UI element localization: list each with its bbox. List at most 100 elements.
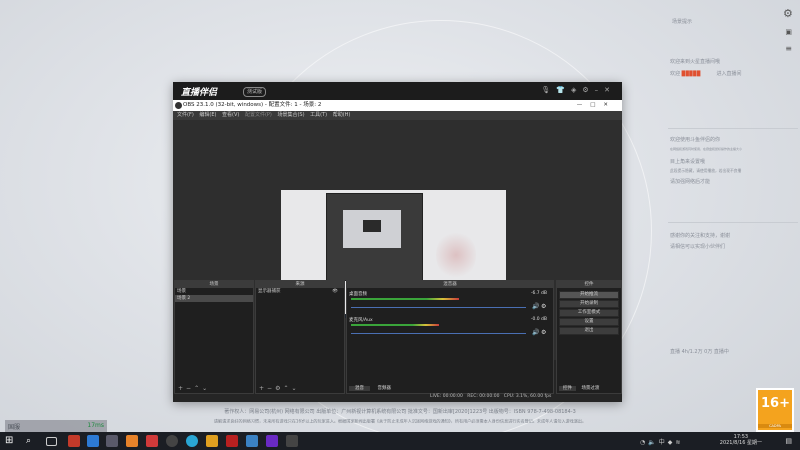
down-icon[interactable]: ⌄ <box>291 385 299 392</box>
header-icons: 🎙👕◈⚙–✕ <box>541 86 616 94</box>
wifi-icon[interactable]: ≋ <box>675 439 683 446</box>
scene-item[interactable]: 场景 2 <box>175 295 253 302</box>
menu-view[interactable]: 查看(V) <box>222 112 239 118</box>
panel-line: 欢迎使用斗鱼伴侣的你 <box>670 137 721 143</box>
gift-icon[interactable]: ◈ <box>571 86 582 94</box>
tab-transitions[interactable]: 场景过渡 <box>577 386 603 391</box>
input-method-icon[interactable]: 中 <box>659 439 668 446</box>
scene-dock-toolbar: +−⌃⌄ <box>178 385 210 392</box>
start-recording-button[interactable]: 开始录制 <box>559 300 619 308</box>
clock[interactable]: 17:53 2021/8/16 星期一 <box>720 434 762 446</box>
panel-line: 请加强网络后才能 <box>670 179 711 185</box>
search-icon[interactable]: ⌕ <box>26 435 38 447</box>
menu-icon[interactable]: ≡ <box>785 44 792 53</box>
app-icon[interactable] <box>186 435 198 447</box>
network-icon[interactable]: ◔ <box>640 439 648 446</box>
tab-audio[interactable]: 音频器 <box>371 386 397 391</box>
panel-line: 在网络和游戏同时使用，在键盘和鼠标操作的主播大小 <box>670 147 743 152</box>
menu-scene-collection[interactable]: 场景集合(S) <box>277 112 304 118</box>
start-icon[interactable]: ⊞ <box>5 435 17 447</box>
visibility-icon[interactable]: 👁 <box>332 288 338 295</box>
app-icon[interactable] <box>68 435 80 447</box>
panel-line: 感谢你的关注和支持，谢谢 <box>670 233 731 239</box>
speaker-icon[interactable]: 🔊 <box>532 303 539 310</box>
speaker-icon[interactable]: 🔈 <box>648 439 658 446</box>
status-bar: LIVE: 00:00:00 REC: 00:00:00 CPU: 3.1%, … <box>430 394 551 399</box>
exit-button[interactable]: 退出 <box>559 327 619 335</box>
minimize-icon[interactable]: – <box>595 86 605 94</box>
app-icon[interactable] <box>126 435 138 447</box>
gear-icon[interactable]: ⚙ <box>541 329 546 336</box>
highlight-name: ▉▉▉▉▉ <box>681 71 701 77</box>
layout-icon[interactable]: ▣ <box>785 28 792 36</box>
close-icon[interactable]: ✕ <box>604 86 616 94</box>
studio-mode-button[interactable]: 工作室模式 <box>559 309 619 317</box>
tab-controls[interactable]: 控件 <box>559 386 576 391</box>
app-icon[interactable] <box>206 435 218 447</box>
panel-line: 欢迎 ▉▉▉▉▉ 进入直播间 <box>670 70 741 77</box>
age-number: 16+ <box>761 396 790 411</box>
volume-slider[interactable] <box>351 307 526 308</box>
speaker-icon[interactable]: 🔊 <box>532 329 539 336</box>
menu-tools[interactable]: 工具(T) <box>310 112 327 118</box>
nested-capture <box>326 193 423 281</box>
age-rating-badge: 16+ CADPA <box>756 388 794 432</box>
panel-line: 欢迎 <box>670 71 681 77</box>
gear-icon[interactable]: ⚙ <box>541 303 546 310</box>
controls-title: 控件 <box>557 281 621 288</box>
remove-icon[interactable]: − <box>267 385 275 392</box>
server-indicator[interactable]: 国服 17ms <box>5 420 107 432</box>
panel-line: 此段提示隐藏，请使用播放，若出现不良播 <box>670 168 742 174</box>
app-icon[interactable] <box>246 435 258 447</box>
task-view-icon[interactable] <box>46 437 57 446</box>
panel-line: 目上角来设置哦 <box>670 159 706 165</box>
app-icon[interactable] <box>266 435 278 447</box>
mic-icon[interactable]: 🎙 <box>541 86 556 94</box>
menu-help[interactable]: 帮助(H) <box>333 112 351 118</box>
date-text: 2021/8/16 星期一 <box>719 440 762 446</box>
down-icon[interactable]: ⌄ <box>202 385 210 392</box>
mixer-channel: 桌面音频 -6.7 dB 🔊 ⚙ <box>349 291 549 319</box>
source-item[interactable]: 显示器捕获 👁 <box>256 288 344 295</box>
volume-slider[interactable] <box>351 333 526 334</box>
app-icon[interactable] <box>286 435 298 447</box>
server-ping: 17ms <box>87 422 104 429</box>
maximize-button[interactable]: □ <box>590 102 603 108</box>
menu-bar: 文件(F) 编辑(E) 查看(V) 配置文件(P) 场景集合(S) 工具(T) … <box>173 111 622 120</box>
panel-divider <box>668 222 798 223</box>
settings-icon[interactable]: ⚙ <box>582 86 594 94</box>
remove-icon[interactable]: − <box>186 385 194 392</box>
app-icon[interactable] <box>146 435 158 447</box>
menu-edit[interactable]: 编辑(E) <box>199 112 216 118</box>
channel-db: -6.7 dB <box>530 291 547 296</box>
menu-file[interactable]: 文件(F) <box>177 112 194 118</box>
nested-preview <box>343 210 401 248</box>
panel-line: 进入直播间 <box>716 71 742 77</box>
app-icon[interactable] <box>166 435 178 447</box>
app-icon[interactable] <box>106 435 118 447</box>
add-icon[interactable]: + <box>259 385 267 392</box>
channel-name: 麦克风/Aux <box>349 318 373 323</box>
sources-title: 来源 <box>256 281 344 288</box>
gear-icon[interactable]: ⚙ <box>783 8 794 19</box>
scene-item[interactable]: 场景 <box>175 288 253 295</box>
minimize-button[interactable]: — <box>577 102 591 108</box>
taskbar: ⊞ ⌕ ◔🔈中◆≋ 17:53 2021/8/16 星期一 ▤ <box>0 432 800 450</box>
settings-button[interactable]: 设置 <box>559 318 619 326</box>
app-icon[interactable] <box>226 435 238 447</box>
add-icon[interactable]: + <box>178 385 186 392</box>
obs-logo-icon <box>175 102 182 109</box>
menu-profile[interactable]: 配置文件(P) <box>245 112 272 118</box>
close-button[interactable]: ✕ <box>603 102 616 108</box>
app-icon[interactable] <box>87 435 99 447</box>
notification-icon[interactable]: ▤ <box>785 437 792 445</box>
version-badge: 测试版 <box>243 87 267 97</box>
shirt-icon[interactable]: 👕 <box>556 86 571 94</box>
mixer-tabs: 混音 音频器 <box>349 385 397 391</box>
tab-mixer[interactable]: 混音 <box>349 386 370 391</box>
up-icon[interactable]: ⌃ <box>194 385 202 392</box>
start-streaming-button[interactable]: 开始推流 <box>559 291 619 299</box>
controls-tabs: 控件 场景过渡 <box>559 385 603 391</box>
scenes-title: 场景 <box>175 281 253 288</box>
panel-header: 场景提示 <box>672 19 693 25</box>
